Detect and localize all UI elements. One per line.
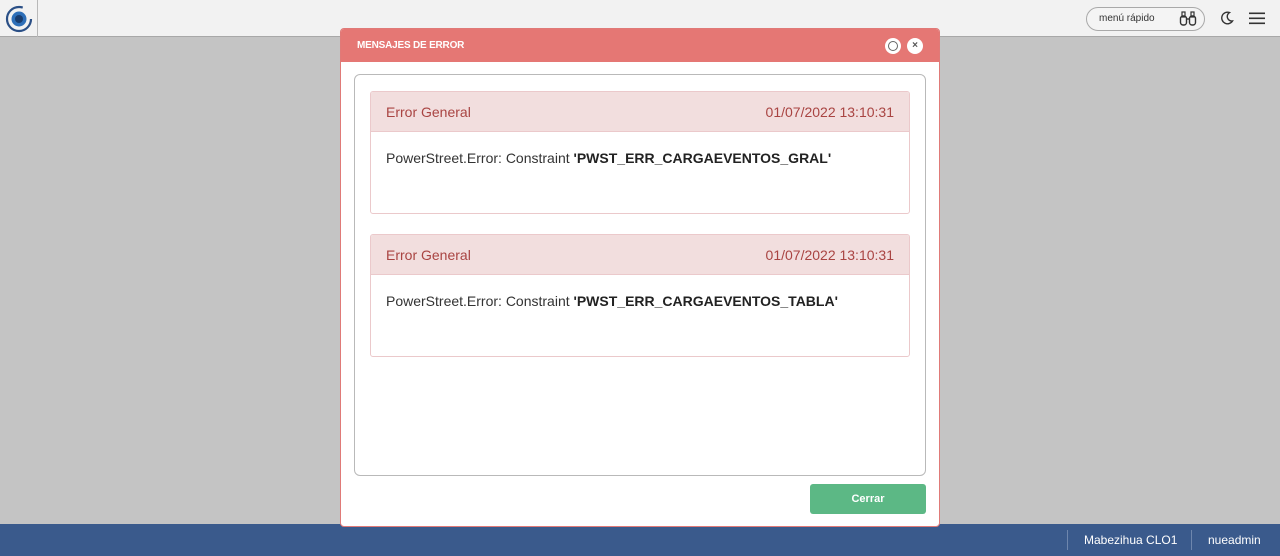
cerrar-button[interactable]: Cerrar [810,484,926,514]
binoculars-icon [1179,11,1197,26]
moon-icon[interactable] [1220,11,1234,25]
error-message-prefix: PowerStreet.Error: Constraint [386,150,574,166]
error-card-header: Error General 01/07/2022 13:10:31 [371,92,909,132]
error-card: Error General 01/07/2022 13:10:31 PowerS… [370,91,910,214]
error-card-header: Error General 01/07/2022 13:10:31 [371,235,909,275]
logo-button[interactable] [0,0,38,37]
quick-menu-label: menú rápido [1099,13,1155,24]
error-timestamp: 01/07/2022 13:10:31 [765,104,894,120]
restore-icon[interactable] [885,38,901,54]
footer-divider [1067,530,1068,550]
footer-company[interactable]: Mabezihua CLO1 [1084,533,1177,547]
footer-user[interactable]: nueadmin [1208,533,1261,547]
error-constraint: 'PWST_ERR_CARGAEVENTOS_TABLA' [573,293,838,309]
quick-menu-search[interactable]: menú rápido [1086,7,1205,31]
error-message: PowerStreet.Error: Constraint 'PWST_ERR_… [386,150,831,166]
error-timestamp: 01/07/2022 13:10:31 [765,247,894,263]
error-message: PowerStreet.Error: Constraint 'PWST_ERR_… [386,293,838,309]
error-messages-dialog: MENSAJES DE ERROR × Error General 01/07/… [340,28,940,527]
error-type: Error General [386,104,471,120]
error-type: Error General [386,247,471,263]
close-icon[interactable]: × [907,38,923,54]
error-card: Error General 01/07/2022 13:10:31 PowerS… [370,234,910,357]
error-constraint: 'PWST_ERR_CARGAEVENTOS_GRAL' [573,150,832,166]
footer-divider [1191,530,1192,550]
dialog-title: MENSAJES DE ERROR [357,40,465,51]
app-logo-icon [5,5,33,33]
status-footer: Mabezihua CLO1 nueadmin [0,524,1280,556]
hamburger-icon[interactable] [1249,12,1265,25]
dialog-header: MENSAJES DE ERROR × [341,29,939,62]
error-list-panel: Error General 01/07/2022 13:10:31 PowerS… [354,74,926,476]
error-message-prefix: PowerStreet.Error: Constraint [386,293,574,309]
